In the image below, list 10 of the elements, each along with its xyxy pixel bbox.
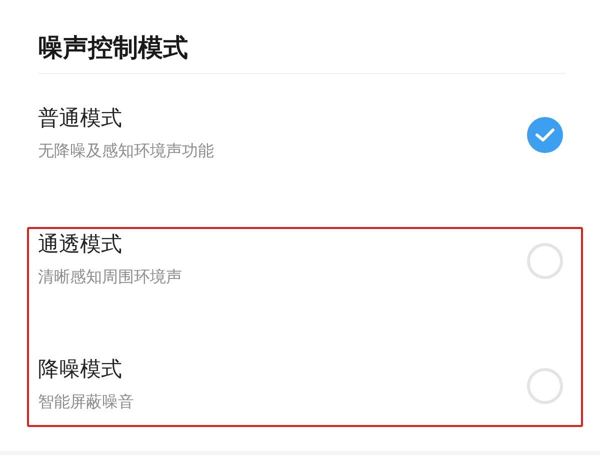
radio-button[interactable]: [527, 243, 563, 279]
mode-title: 普通模式: [38, 105, 123, 132]
mode-description: 智能屏蔽噪音: [38, 391, 134, 413]
section-title: 噪声控制模式: [38, 32, 189, 64]
radio-button[interactable]: [527, 368, 563, 404]
mode-description: 清晰感知周围环境声: [38, 266, 182, 288]
selected-check-icon[interactable]: [527, 117, 563, 153]
mode-title: 降噪模式: [38, 356, 123, 383]
mode-description: 无降噪及感知环境声功能: [38, 140, 214, 162]
mode-title: 通透模式: [38, 231, 123, 258]
